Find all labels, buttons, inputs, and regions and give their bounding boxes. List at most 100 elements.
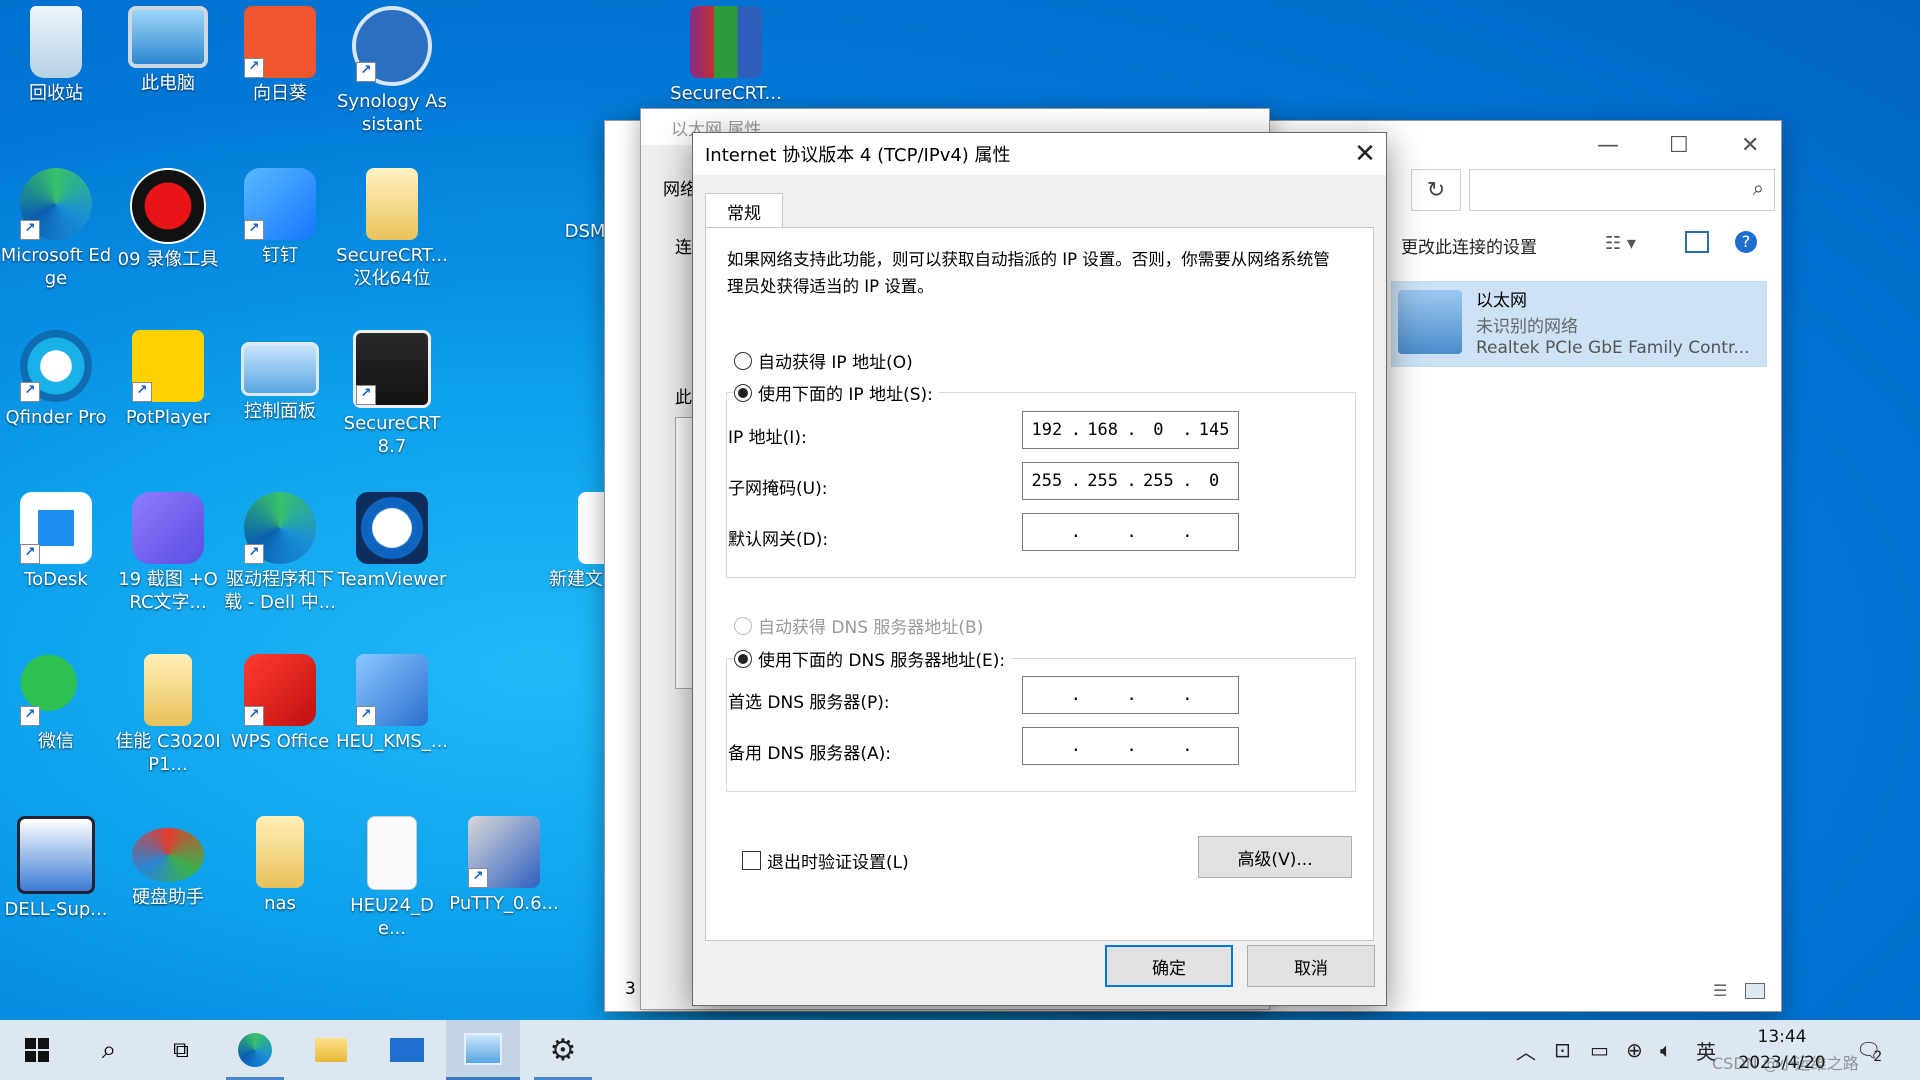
minimize-button[interactable]: — <box>1597 133 1619 158</box>
advanced-button[interactable]: 高级(V)... <box>1198 836 1352 878</box>
desktop-icon-disk-helper[interactable]: 硬盘助手 <box>112 810 224 909</box>
desktop-icon-control-panel[interactable]: 控制面板 <box>224 324 336 423</box>
tiles-view-icon[interactable] <box>1745 983 1765 999</box>
manual-dns-radio[interactable]: 使用下面的 DNS 服务器地址(E): <box>734 646 1012 671</box>
wechat-icon: ↗ <box>20 654 92 726</box>
subnet-mask-label: 子网掩码(U): <box>728 479 828 499</box>
preferred-dns-field[interactable]: . . . <box>1022 676 1239 714</box>
close-button[interactable]: ✕ <box>1741 133 1759 158</box>
taskbar-edge[interactable] <box>218 1020 292 1080</box>
close-icon[interactable]: ✕ <box>1344 133 1386 175</box>
desktop-icon-dell-drivers[interactable]: ↗ 驱动程序和下载 - Dell 中... <box>224 486 336 614</box>
tray-battery[interactable]: ▭ <box>1590 1020 1609 1080</box>
control-panel-icon <box>241 342 319 396</box>
gateway-field[interactable]: . . . <box>1022 513 1239 551</box>
desktop-icon-recorder[interactable]: 09 录像工具 <box>112 162 224 271</box>
desktop-icon-wps[interactable]: ↗ WPS Office <box>224 648 336 753</box>
edge-icon: ↗ <box>20 168 92 240</box>
subnet-mask-field[interactable]: 255. 255. 255. 0 <box>1022 462 1239 500</box>
ip-address-field[interactable]: 192. 168. 0. 145 <box>1022 411 1239 449</box>
alternate-dns-field[interactable]: . . . <box>1022 727 1239 765</box>
network-adapter-icon <box>1398 290 1462 354</box>
search-icon: ⌕ <box>1752 176 1764 200</box>
validate-on-exit-checkbox[interactable]: 退出时验证设置(L) <box>742 848 909 873</box>
ip-address-label: IP 地址(I): <box>728 428 807 448</box>
desktop-icon-edge[interactable]: ↗ Microsoft Edge <box>0 162 112 290</box>
desktop-icon-dingtalk[interactable]: ↗ 钉钉 <box>224 162 336 267</box>
taskbar-file-explorer[interactable] <box>294 1020 368 1080</box>
desktop-icon-new-file[interactable]: 新建文 <box>548 486 604 591</box>
refresh-button[interactable]: ↻ <box>1411 169 1461 211</box>
task-view-icon: ⧉ <box>173 1037 189 1063</box>
change-settings-button[interactable]: 更改此连接的设置 <box>1401 233 1537 258</box>
components-label: 此 <box>675 388 692 408</box>
search-button[interactable]: ⌕ <box>72 1020 146 1080</box>
tray-volume[interactable]: 🔈︎ <box>1660 1020 1672 1080</box>
shortcut-arrow-icon: ↗ <box>244 706 264 726</box>
desktop-icon-recycle-bin[interactable]: 回收站 <box>0 0 112 105</box>
panda-icon <box>132 492 204 564</box>
dialog-titlebar: Internet 协议版本 4 (TCP/IPv4) 属性 ✕ <box>693 133 1386 175</box>
cancel-button[interactable]: 取消 <box>1247 945 1375 987</box>
search-icon: ⌕ <box>101 1034 117 1065</box>
desktop-icon-teamviewer[interactable]: TeamViewer <box>336 486 448 591</box>
desktop-icon-synology[interactable]: ↗ Synology Assistant <box>336 0 448 136</box>
desktop-icon-heu-kms[interactable]: ↗ HEU_KMS_... <box>336 648 448 753</box>
preferred-dns-label: 首选 DNS 服务器(P): <box>728 693 890 713</box>
desktop-icon-this-pc[interactable]: 此电脑 <box>112 0 224 95</box>
auto-ip-radio[interactable]: 自动获得 IP 地址(O) <box>734 348 913 373</box>
tray-app-icon[interactable]: ⊡ <box>1554 1020 1571 1080</box>
desktop-icon-dsm[interactable]: DSM <box>560 220 610 243</box>
view-options-icon[interactable]: ☷ ▾ <box>1605 233 1636 254</box>
desktop-icon-qfinder[interactable]: ↗ Qfinder Pro <box>0 324 112 429</box>
folder-icon <box>144 654 192 726</box>
desktop-icon-wechat[interactable]: ↗ 微信 <box>0 648 112 753</box>
tray-network[interactable]: ⊕ <box>1626 1020 1643 1080</box>
tab-general[interactable]: 常规 <box>705 193 783 228</box>
desktop-icon-securecrt-87[interactable]: ↗ SecureCRT 8.7 <box>336 324 448 458</box>
synology-icon: ↗ <box>352 6 432 86</box>
folder-icon <box>256 816 304 888</box>
desktop-icon-nas[interactable]: nas <box>224 810 336 915</box>
desktop-icon-todesk[interactable]: ↗ ToDesk <box>0 486 112 591</box>
ok-button[interactable]: 确定 <box>1105 945 1233 987</box>
alternate-dns-label: 备用 DNS 服务器(A): <box>728 744 892 764</box>
desktop-icon-securecrt-zip[interactable]: SecureCRT... 汉化64位 <box>336 162 448 290</box>
notification-button[interactable]: 🗨︎ 2 <box>1856 1020 1882 1080</box>
folder-zip-icon <box>366 168 418 240</box>
show-hidden-icons-button[interactable]: ︿ <box>1516 1020 1536 1080</box>
start-button[interactable] <box>0 1020 74 1080</box>
desktop-icon-sunlogin[interactable]: ↗ 向日葵 <box>224 0 336 105</box>
taskbar-control-panel[interactable] <box>446 1020 520 1080</box>
record-icon <box>130 168 206 244</box>
shortcut-arrow-icon: ↗ <box>244 544 264 564</box>
battery-icon: ▭ <box>1590 1038 1609 1062</box>
taskbar-settings[interactable]: ⚙ <box>526 1020 600 1080</box>
desktop-icon-screenshot-ocr[interactable]: 19 截图 +ORC文字... <box>112 486 224 614</box>
desktop-icon-potplayer[interactable]: ↗ PotPlayer <box>112 324 224 429</box>
edge-icon <box>238 1033 272 1067</box>
desktop-icon-canon-folder[interactable]: 佳能 C3020IP1... <box>112 648 224 776</box>
desktop-icon-dell-support[interactable]: DELL-Sup... <box>0 810 112 921</box>
help-icon[interactable]: ? <box>1735 231 1757 253</box>
potplayer-icon: ↗ <box>132 330 204 402</box>
shortcut-arrow-icon: ↗ <box>244 220 264 240</box>
details-view-icon[interactable]: ☰ <box>1713 981 1727 1000</box>
task-view-button[interactable]: ⧉ <box>144 1020 218 1080</box>
maximize-button[interactable]: ☐ <box>1669 133 1689 158</box>
desktop-icon-heu24[interactable]: HEU24_De... <box>336 810 448 940</box>
auto-dns-radio[interactable]: 自动获得 DNS 服务器地址(B) <box>734 613 983 638</box>
ethernet-adapter-item[interactable]: 以太网 未识别的网络 Realtek PCIe GbE Family Contr… <box>1391 281 1767 367</box>
new-file-icon <box>578 492 604 564</box>
shortcut-arrow-icon: ↗ <box>356 706 376 726</box>
shortcut-arrow-icon: ↗ <box>356 385 376 405</box>
manual-ip-radio[interactable]: 使用下面的 IP 地址(S): <box>734 380 939 405</box>
shortcut-arrow-icon: ↗ <box>20 382 40 402</box>
preview-pane-icon[interactable] <box>1685 231 1709 253</box>
folder-icon <box>315 1038 347 1062</box>
search-input[interactable]: ⌕ <box>1469 169 1775 211</box>
desktop-icon-securecrt-archive[interactable]: SecureCRT... <box>670 0 782 105</box>
desktop-icon-putty[interactable]: ↗ PuTTY_0.6... <box>448 810 560 915</box>
control-panel-icon <box>464 1032 502 1065</box>
taskbar-mail[interactable] <box>370 1020 444 1080</box>
